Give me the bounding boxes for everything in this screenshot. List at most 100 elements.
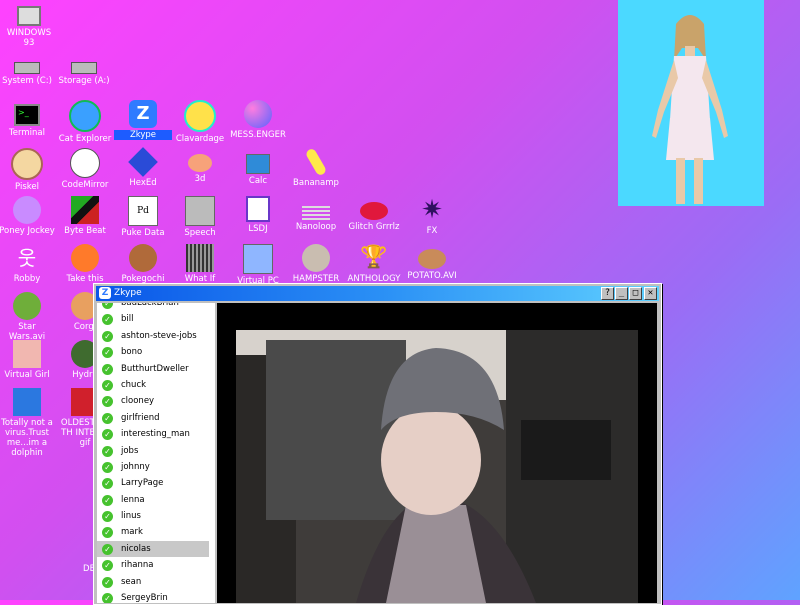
contact-name: lenna <box>121 494 145 505</box>
desktop-icon-glitch-grrrlz[interactable]: Glitch Grrrlz <box>345 196 403 232</box>
contact-item[interactable]: ✓ sean <box>97 574 215 590</box>
desktop-icon-lsdj[interactable]: LSDJ <box>229 196 287 234</box>
desktop-icon-messenger[interactable]: MESS.ENGER <box>229 100 287 140</box>
desktop-icon-clavardage[interactable]: Clavardage <box>171 100 229 144</box>
desktop-icon-label: Terminal <box>9 128 45 138</box>
desktop-icon-poney-jockey[interactable]: Poney Jockey <box>0 196 56 236</box>
desktop-icon-zkype[interactable]: Z Zkype <box>114 100 172 140</box>
contact-item[interactable]: ✓ johnny <box>97 459 215 475</box>
desktop-icon-piskel[interactable]: Piskel <box>0 148 56 192</box>
chat-bubble-icon <box>184 100 216 132</box>
desktop-icon-speech[interactable]: Speech <box>171 196 229 238</box>
contact-item[interactable]: ✓ clooney <box>97 393 215 409</box>
contact-list[interactable]: ✓ badLuckBrian ✓ bill ✓ ashton-steve-jobs ✓… <box>97 303 215 603</box>
desktop-icon-label: Nanoloop <box>295 222 337 232</box>
desktop-icon-label: Clavardage <box>175 134 225 144</box>
desktop-icon-label: Virtual Girl <box>4 370 50 380</box>
online-check-icon: ✓ <box>102 303 113 309</box>
desktop-icon-anthology[interactable]: 🏆 ANTHOLOGY <box>345 244 403 284</box>
yoda-icon <box>13 292 41 320</box>
contact-item[interactable]: ✓ ashton-steve-jobs <box>97 328 215 344</box>
contact-name: chuck <box>121 379 147 390</box>
online-check-icon: ✓ <box>102 429 113 441</box>
contact-item[interactable]: ✓ linus <box>97 508 215 524</box>
window-title: Zkype <box>114 288 142 298</box>
desktop-icon-calc[interactable]: Calc <box>229 148 287 186</box>
contact-item-selected[interactable]: ✓ nicolas <box>97 540 209 558</box>
contact-item[interactable]: ✓ bono <box>97 344 215 360</box>
contact-item[interactable]: ✓ lenna <box>97 492 215 508</box>
desktop-icon-hampster[interactable]: HAMPSTER <box>287 244 345 284</box>
contact-item[interactable]: ✓ bill <box>97 311 215 327</box>
video-call-pane[interactable] <box>217 303 657 603</box>
desktop-icon-terminal[interactable]: Terminal <box>0 100 56 138</box>
desktop-icon-label: FX <box>426 226 438 236</box>
desktop-icon-system-c[interactable]: System (C:) <box>0 52 56 86</box>
virtual-pc-icon <box>243 244 273 274</box>
contact-name: johnny <box>121 461 150 472</box>
contact-item[interactable]: ✓ ButthurtDweller <box>97 361 215 377</box>
desktop-icon-label: Totally not a virus.Trust me...im a dolp… <box>1 418 53 458</box>
desktop-icon-potato-avi[interactable]: POTATO.AVI <box>403 244 461 281</box>
contact-name: ashton-steve-jobs <box>121 330 197 341</box>
contact-item[interactable]: ✓ chuck <box>97 377 215 393</box>
contact-name: bill <box>121 314 134 325</box>
pony-icon <box>13 196 41 224</box>
desktop-icon-label: Byte Beat <box>64 226 106 236</box>
desktop-icon-label: HexEd <box>129 178 157 188</box>
contact-name: rihanna <box>121 560 154 571</box>
virtual-girl-window[interactable] <box>618 0 764 206</box>
desktop-icon-label: Calc <box>248 176 268 186</box>
close-button[interactable]: ✕ <box>644 287 657 300</box>
zkype-window[interactable]: Z Zkype ? _ □ ✕ ✓ badLuckBrian ✓ bill ✓ asht… <box>93 283 662 605</box>
contact-item[interactable]: ✓ LarryPage <box>97 475 215 491</box>
contact-item[interactable]: ✓ rihanna <box>97 557 215 573</box>
desktop-icon-3d[interactable]: 3d <box>171 148 229 184</box>
contact-name: sean <box>121 576 142 587</box>
desktop-icon-label: POTATO.AVI <box>407 271 457 281</box>
contact-item[interactable]: ✓ mark <box>97 524 215 540</box>
desktop-icon-label: Speech <box>184 228 216 238</box>
contact-item[interactable]: ✓ girlfriend <box>97 410 215 426</box>
terminal-icon <box>14 104 40 126</box>
floppy-icon <box>71 62 97 74</box>
calculator-icon <box>246 154 270 174</box>
desktop-icon-star-wars[interactable]: Star Wars.avi <box>0 292 56 342</box>
what-if-icon <box>186 244 214 272</box>
dolphin-icon <box>13 388 41 416</box>
help-button[interactable]: ? <box>601 287 614 300</box>
potato-icon <box>418 249 446 269</box>
online-check-icon: ✓ <box>102 314 113 326</box>
desktop-icon-robby[interactable]: 웃 Robby <box>0 244 56 284</box>
contact-item[interactable]: ✓ jobs <box>97 443 215 459</box>
desktop-icon-virtual-pc[interactable]: Virtual PC <box>229 244 287 286</box>
desktop-icon-hexed[interactable]: HexEd <box>114 147 172 188</box>
desktop-icon-storage-a[interactable]: Storage (A:) <box>55 52 113 86</box>
desktop-icon-label: Poney Jockey <box>0 226 55 236</box>
webcam-scene <box>236 330 638 603</box>
minimize-button[interactable]: _ <box>615 287 628 300</box>
maximize-button[interactable]: □ <box>629 287 642 300</box>
desktop-icon-cat-explorer[interactable]: Cat Explorer <box>56 100 114 144</box>
contact-item[interactable]: ✓ interesting_man <box>97 426 215 442</box>
contact-item[interactable]: ✓ SergeyBrin <box>97 590 215 603</box>
desktop-icon-take-this[interactable]: Take this <box>56 244 114 284</box>
desktop-icon-fx[interactable]: ✷ FX <box>403 196 461 236</box>
zkype-titlebar[interactable]: Z Zkype ? _ □ ✕ <box>96 286 659 301</box>
desktop-icon-bananamp[interactable]: Bananamp <box>287 147 345 188</box>
contact-item[interactable]: ✓ badLuckBrian <box>97 303 215 311</box>
virtual-girl-figure <box>652 15 728 204</box>
desktop-icon-nanoloop[interactable]: Nanoloop <box>287 196 345 232</box>
desktop-icon-pokegochi[interactable]: Pokegochi <box>114 244 172 284</box>
desktop-icon-virtual-girl[interactable]: Virtual Girl <box>0 340 56 380</box>
trophy-icon: 🏆 <box>360 245 388 270</box>
online-check-icon: ✓ <box>102 330 113 342</box>
desktop-icon-puke-data[interactable]: Pd Puke Data <box>114 196 172 238</box>
contact-name: SergeyBrin <box>121 593 168 603</box>
desktop-icon-codemirror[interactable]: CodeMirror <box>56 148 114 190</box>
desktop-icon-byte-beat[interactable]: Byte Beat <box>56 196 114 236</box>
desktop-icon-dolphin[interactable]: Totally not a virus.Trust me...im a dolp… <box>0 388 56 458</box>
desktop-icon-windows93[interactable]: WINDOWS 93 <box>0 2 58 48</box>
codemirror-icon <box>70 148 100 178</box>
desktop-icon-what-if[interactable]: What If <box>171 244 229 284</box>
